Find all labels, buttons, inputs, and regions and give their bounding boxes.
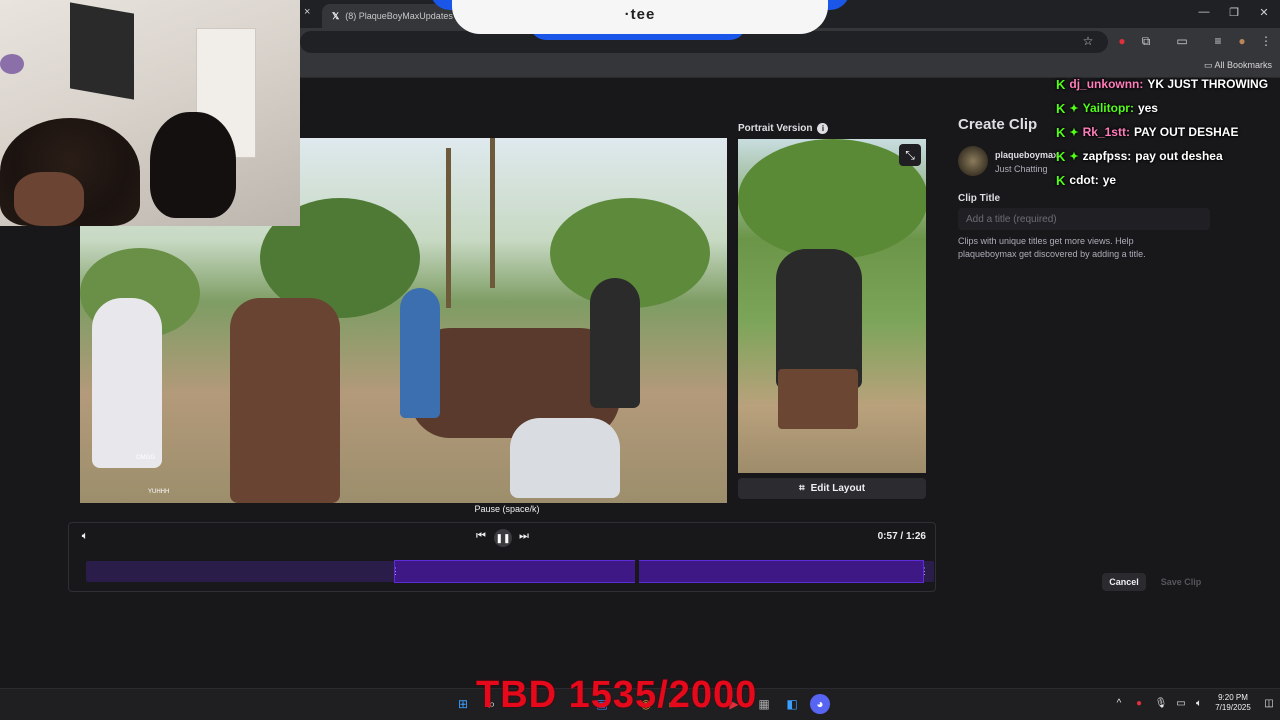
streamer-avatar <box>958 146 988 176</box>
profile-avatar-icon[interactable]: ● <box>1234 34 1250 48</box>
timeline-playhead-gap <box>635 560 639 583</box>
video-person <box>92 298 162 468</box>
chat-message: K ✦ Yailitopr: yes <box>1056 96 1280 120</box>
pause-tooltip: Pause (space/k) <box>474 504 540 514</box>
edit-layout-button[interactable]: ⌗ Edit Layout <box>738 478 926 499</box>
pause-button[interactable]: ❚❚ <box>494 529 512 547</box>
chat-message: K ✦ Rk_1stt: PAY OUT DESHAE <box>1056 120 1280 144</box>
kick-badge-icon: K <box>1056 76 1066 92</box>
close-window-button[interactable]: ✕ <box>1256 6 1272 19</box>
webcam-tv <box>70 2 134 100</box>
save-clip-button[interactable]: Save Clip <box>1152 573 1210 591</box>
kick-badge-icon: K <box>1056 148 1066 164</box>
info-icon[interactable]: i <box>817 123 829 134</box>
webcam-person-face <box>14 172 84 226</box>
all-bookmarks-button[interactable]: ▭ All Bookmarks <box>1204 60 1272 71</box>
all-bookmarks-label: All Bookmarks <box>1214 60 1273 70</box>
clip-selection-range[interactable] <box>394 560 924 583</box>
chat-username: Yailitopr: <box>1082 101 1134 115</box>
chat-text: yes <box>1137 101 1158 115</box>
create-clip-title: Create Clip <box>958 116 1038 133</box>
video-embedded-chat: OMGG YUHHH <box>86 448 182 500</box>
webcam-overlay <box>0 0 300 226</box>
media-queue-icon[interactable]: ≡ <box>1210 34 1226 48</box>
trim-end-handle[interactable]: ⋮ <box>920 564 929 579</box>
trim-start-handle[interactable]: ⋮ <box>391 564 400 579</box>
clip-title-help: Clips with unique titles get more views.… <box>958 236 1146 259</box>
sparkle-badge-icon: ✦ <box>1069 150 1079 163</box>
video-chat-line: YUHHH <box>148 489 170 495</box>
chat-text: ye <box>1102 173 1117 187</box>
chat-text: YK JUST THROWING <box>1147 77 1269 91</box>
chat-text: pay out deshea <box>1135 149 1223 163</box>
tab-close-button[interactable]: × <box>304 6 310 18</box>
system-clock[interactable]: 9:20 PM 7/19/2025 <box>1208 693 1258 713</box>
bookmark-star-icon[interactable]: ☆ <box>1080 34 1096 48</box>
cancel-button[interactable]: Cancel <box>1102 573 1146 591</box>
windows-start-icon[interactable]: ⊞ <box>453 694 473 714</box>
notifications-icon[interactable]: ◫ <box>1262 698 1276 709</box>
video-person <box>510 418 620 498</box>
extension-record-icon[interactable]: ● <box>1114 34 1130 48</box>
store-icon[interactable]: ◧ <box>782 694 802 714</box>
x-logo-icon: 𝕏 <box>332 10 340 21</box>
speaker-icon[interactable]: 🔈︎ <box>1192 698 1206 709</box>
crop-icon: ⌗ <box>798 483 805 494</box>
clock-time: 9:20 PM <box>1218 693 1248 702</box>
stream-goal-overlay: TBD 1535/2000 <box>476 674 758 716</box>
video-person <box>230 298 340 503</box>
video-person <box>590 278 640 408</box>
tab-title: (8) PlaqueBoyMaxUpdates on <box>345 11 462 21</box>
kick-badge-icon: K <box>1056 100 1066 116</box>
overlay-banner-text: ·tee <box>624 6 656 23</box>
chat-message: K ✦ zapfpss: pay out deshea <box>1056 144 1280 168</box>
maximize-button[interactable]: ❐ <box>1226 6 1242 19</box>
portrait-preview <box>738 139 926 473</box>
chat-message: K dj_unkownn: YK JUST THROWING <box>1056 72 1280 96</box>
skip-back-icon[interactable]: ⏮︎ <box>473 530 489 543</box>
discord-icon[interactable]: ◕ <box>810 694 830 714</box>
chat-message: K cdot: ye <box>1056 168 1280 192</box>
video-palm-trunk <box>446 148 451 308</box>
minimize-button[interactable]: — <box>1196 6 1212 18</box>
streamer-name[interactable]: plaqueboymax <box>995 150 1058 160</box>
webcam-flowers <box>0 54 24 74</box>
collapse-icon[interactable]: ⤡ <box>899 144 921 166</box>
menu-dots-icon[interactable]: ⋮ <box>1258 34 1274 48</box>
portrait-version-heading: Portrait Version i <box>738 123 829 134</box>
network-icon[interactable]: ▭ <box>1174 698 1188 709</box>
clock-date: 7/19/2025 <box>1215 703 1251 712</box>
portrait-person-shorts <box>778 369 858 429</box>
video-person <box>400 288 440 418</box>
kick-badge-icon: K <box>1056 124 1066 140</box>
cast-icon[interactable]: ▭ <box>1174 34 1190 48</box>
microphone-icon[interactable]: 🎙︎ <box>1154 698 1168 709</box>
clip-title-input[interactable] <box>958 208 1210 230</box>
stream-category[interactable]: Just Chatting <box>995 164 1048 174</box>
video-chat-line: OMGG <box>136 455 155 461</box>
edit-layout-label: Edit Layout <box>810 483 866 494</box>
portrait-tree <box>738 139 926 259</box>
tray-chevron-icon[interactable]: ^ <box>1112 698 1126 709</box>
webcam-person <box>150 112 236 218</box>
chat-username: zapfpss: <box>1082 149 1132 163</box>
chat-overlay: K dj_unkownn: YK JUST THROWING K ✦ Yaili… <box>1056 72 1280 192</box>
kick-badge-icon: K <box>1056 172 1066 188</box>
clip-title-label: Clip Title <box>958 193 1001 204</box>
skip-forward-icon[interactable]: ⏭︎ <box>516 530 532 543</box>
portrait-person <box>776 249 862 389</box>
folder-icon: ▭ <box>1204 60 1213 70</box>
video-palm-trunk <box>490 138 495 288</box>
extensions-puzzle-icon[interactable]: ⧉ <box>1138 34 1154 49</box>
volume-icon[interactable]: 🔈︎ <box>77 530 93 543</box>
sparkle-badge-icon: ✦ <box>1069 102 1079 115</box>
sparkle-badge-icon: ✦ <box>1069 126 1079 139</box>
playback-time: 0:57 / 1:26 <box>877 531 926 542</box>
chat-username: Rk_1stt: <box>1082 125 1130 139</box>
tray-app-icon[interactable]: ● <box>1132 698 1146 709</box>
portrait-version-label: Portrait Version <box>738 123 813 134</box>
chat-text: PAY OUT DESHAE <box>1133 125 1239 139</box>
chat-username: cdot: <box>1069 173 1099 187</box>
chat-username: dj_unkownn: <box>1069 77 1144 91</box>
